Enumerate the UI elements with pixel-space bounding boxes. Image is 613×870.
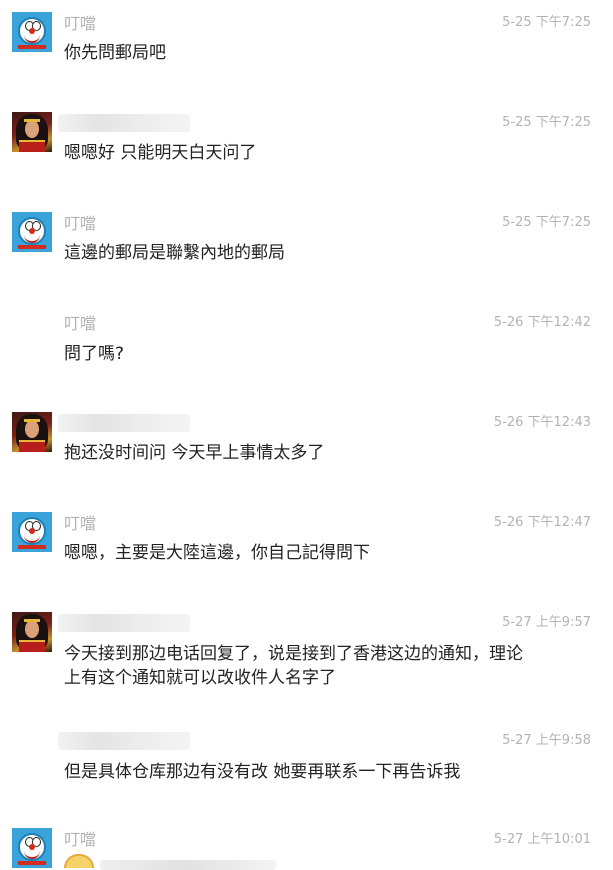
message-text: 這邊的郵局是聯繫內地的郵局 [64, 243, 285, 263]
chat-message: 叮噹 5-25 下午7:25 你先問郵局吧 [0, 0, 613, 100]
message-time: 5-26 下午12:47 [493, 515, 591, 530]
sender-name: 叮噹 [64, 214, 97, 233]
message-text: 你先問郵局吧 [64, 43, 166, 63]
message-text-line: 上有这个通知就可以改收件人名字了 [64, 668, 336, 688]
doraemon-avatar-icon[interactable] [12, 212, 52, 252]
message-text-redacted [100, 860, 276, 870]
message-time: 5-27 上午10:01 [493, 832, 591, 847]
sender-name: 叮噹 [64, 830, 97, 849]
message-text: 問了嗎? [64, 344, 125, 364]
sender-name-redacted [58, 114, 190, 132]
sender-name-redacted [58, 414, 190, 432]
chat-history: 叮噹 5-25 下午7:25 你先問郵局吧 5-25 下午7:25 嗯嗯好 只能… [0, 0, 613, 870]
chat-message: 叮噹 5-26 下午12:42 問了嗎? [0, 300, 613, 400]
doraemon-avatar-icon[interactable] [12, 12, 52, 52]
chat-message: 叮噹 5-27 上午10:01 [0, 820, 613, 870]
chat-message: 5-27 上午9:58 但是具体仓库那边有没有改 她要再联系一下再告诉我 [0, 722, 613, 820]
message-time: 5-26 下午12:42 [493, 315, 591, 330]
wonder-woman-avatar-icon[interactable] [12, 112, 52, 152]
wonder-woman-avatar-icon[interactable] [12, 612, 52, 652]
chat-message: 5-27 上午9:57 今天接到那边电话回复了，说是接到了香港这边的通知，理论 … [0, 600, 613, 722]
message-time: 5-26 下午12:43 [493, 415, 591, 430]
message-text: 嗯嗯好 只能明天白天问了 [64, 143, 257, 163]
message-time: 5-27 上午9:58 [502, 733, 591, 748]
chat-message: 5-26 下午12:43 抱还没时间问 今天早上事情太多了 [0, 400, 613, 500]
chat-message: 叮噹 5-26 下午12:47 嗯嗯，主要是大陸這邊，你自己記得問下 [0, 500, 613, 600]
wonder-woman-avatar-icon[interactable] [12, 412, 52, 452]
doraemon-avatar-icon[interactable] [12, 512, 52, 552]
sender-name-redacted [58, 614, 190, 632]
sender-name: 叮噹 [64, 14, 97, 33]
message-time: 5-25 下午7:25 [502, 215, 591, 230]
message-text: 抱还没时间问 今天早上事情太多了 [64, 443, 325, 463]
emoji-sticker-icon [64, 854, 94, 868]
sender-name-redacted [58, 732, 190, 750]
message-text-line: 今天接到那边电话回复了，说是接到了香港这边的通知，理论 [64, 644, 523, 664]
sender-name: 叮噹 [64, 514, 97, 533]
message-time: 5-27 上午9:57 [502, 615, 591, 630]
avatar-placeholder [12, 312, 52, 352]
message-text: 但是具体仓库那边有没有改 她要再联系一下再告诉我 [64, 762, 461, 782]
message-time: 5-25 下午7:25 [502, 115, 591, 130]
chat-message: 叮噹 5-25 下午7:25 這邊的郵局是聯繫內地的郵局 [0, 200, 613, 300]
doraemon-avatar-icon[interactable] [12, 828, 52, 868]
chat-message: 5-25 下午7:25 嗯嗯好 只能明天白天问了 [0, 100, 613, 200]
message-time: 5-25 下午7:25 [502, 15, 591, 30]
sender-name: 叮噹 [64, 314, 97, 333]
message-text: 嗯嗯，主要是大陸這邊，你自己記得問下 [64, 543, 370, 563]
